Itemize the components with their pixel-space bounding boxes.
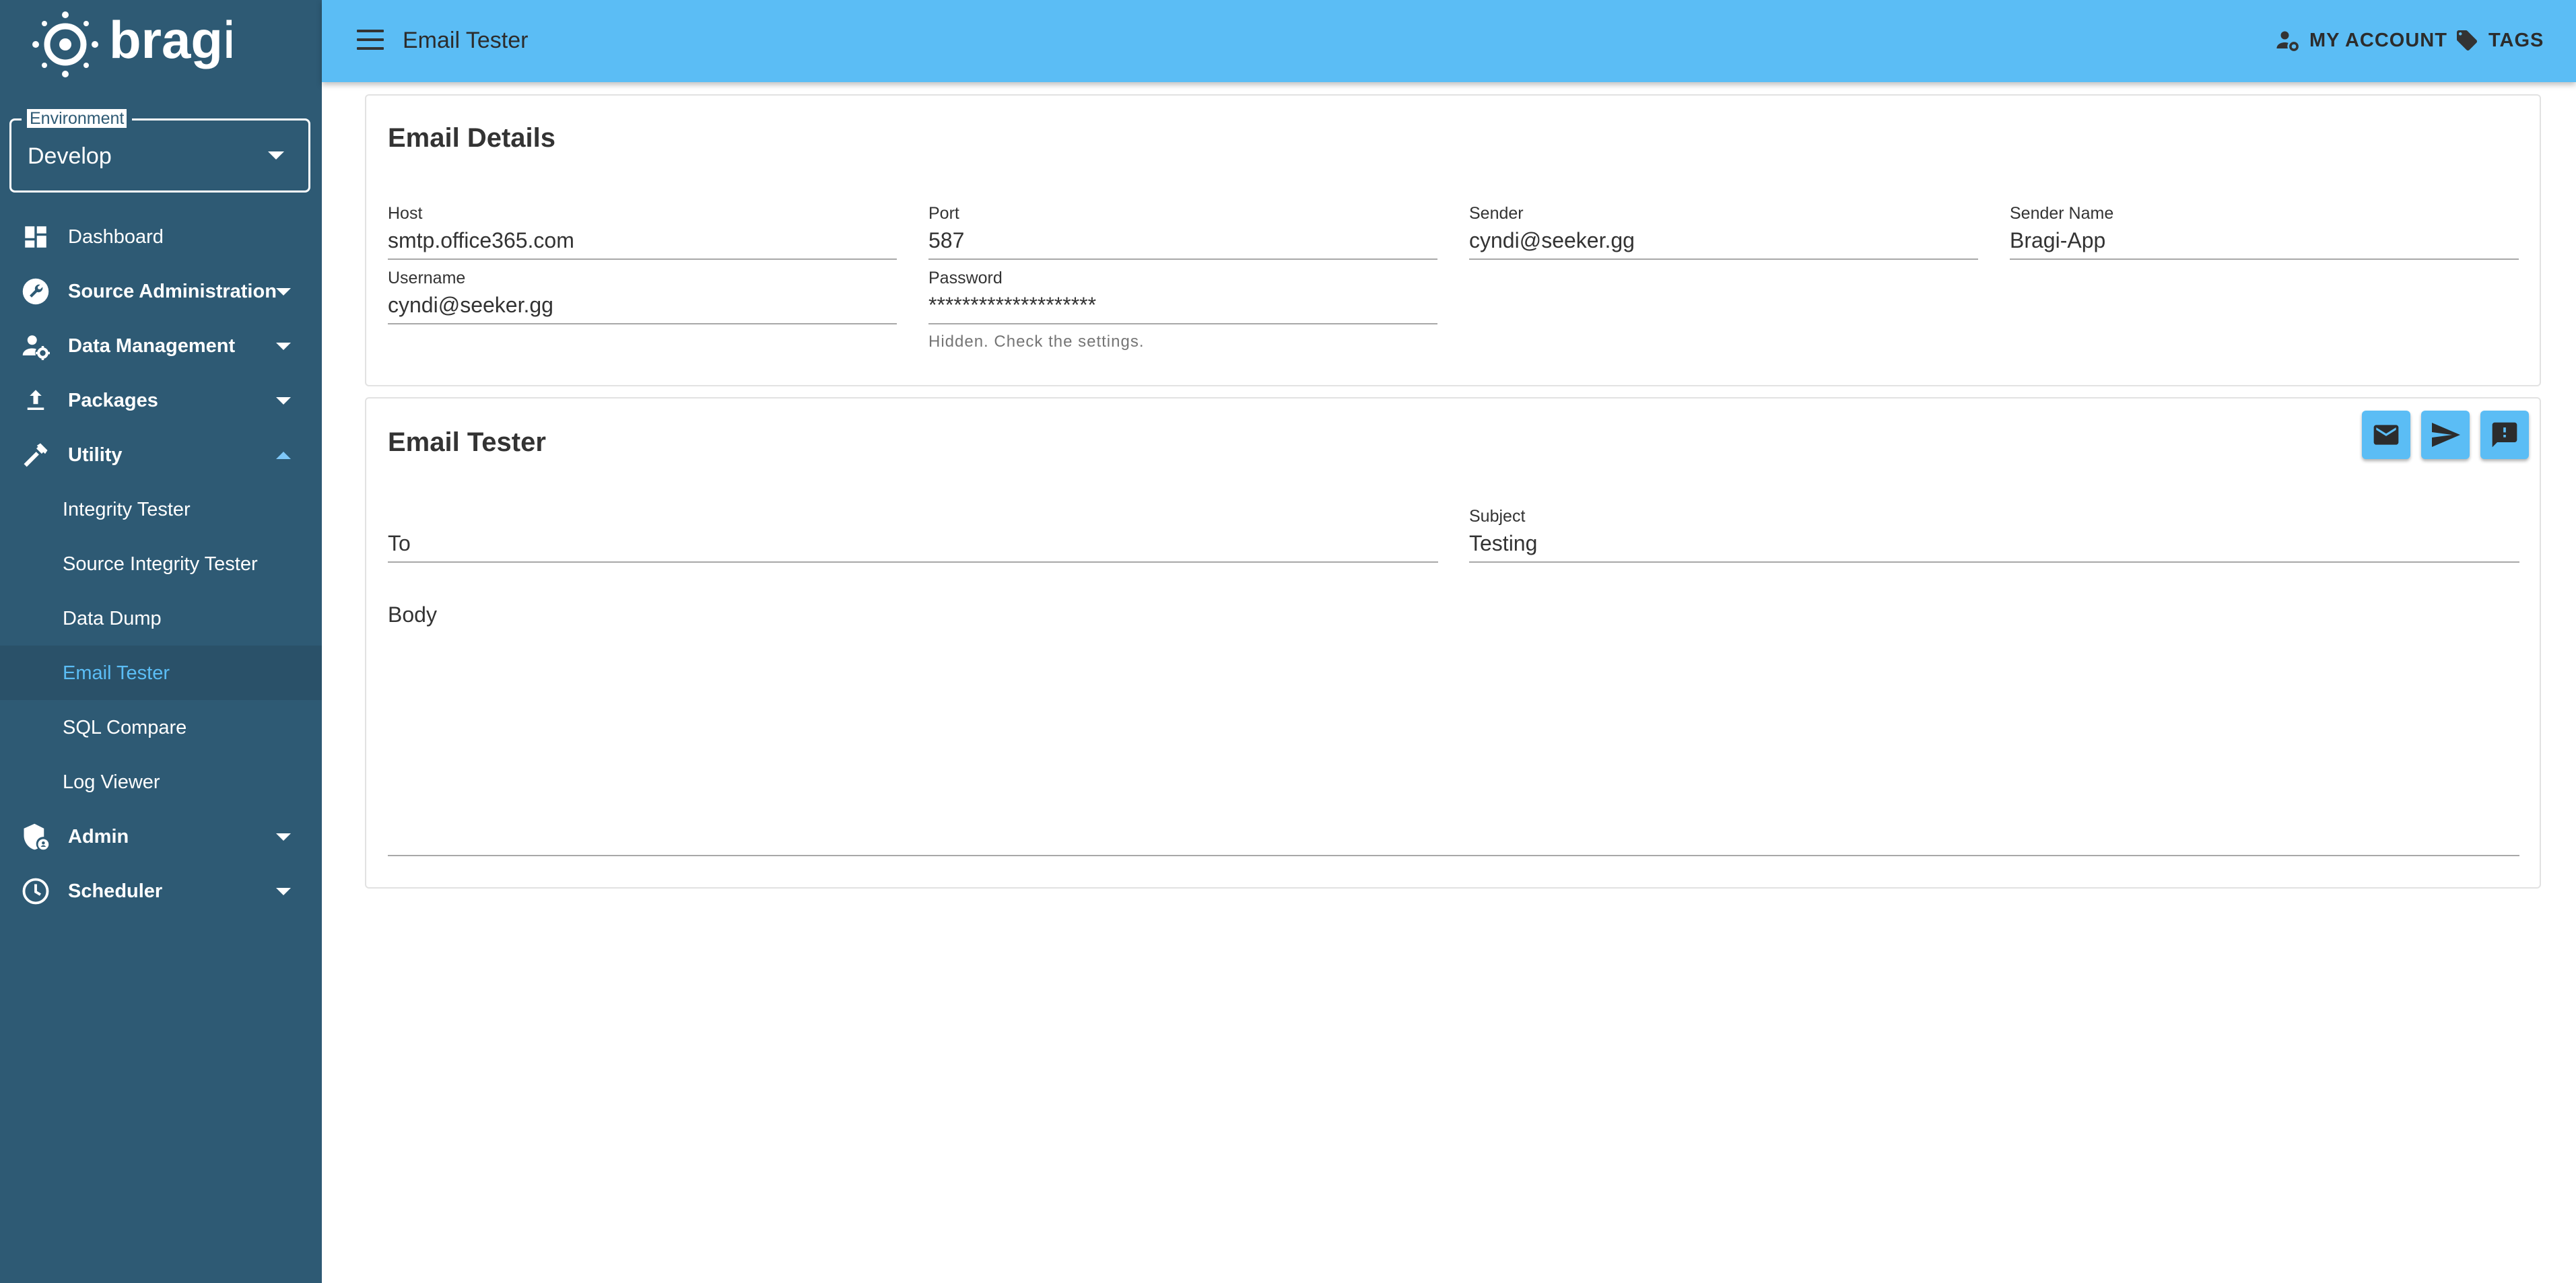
password-field[interactable]: Password ******************** Hidden. Ch… [928,268,1437,351]
sidebar-item-source-administration[interactable]: Source Administration [0,264,322,318]
sidebar-subitem-log-viewer[interactable]: Log Viewer [0,755,322,809]
field-value: smtp.office365.com [388,228,574,252]
send-icon [2432,423,2460,447]
chevron-down-icon [276,343,291,350]
field-label: Port [928,204,959,223]
my-account-label: MY ACCOUNT [2309,29,2447,51]
port-field[interactable]: Port 587 [928,203,1437,260]
sidebar-item-label: Utility [68,444,123,466]
sidebar-subitem-label: Integrity Tester [63,499,191,520]
field-underline [388,323,897,324]
sidebar-subitem-label: Data Dump [63,608,162,629]
field-underline [1469,258,1978,260]
field-underline [388,561,1438,563]
card-title: Email Tester [388,427,546,457]
body-textarea[interactable]: Body [388,598,2519,867]
bragi-logo[interactable]: bragi [30,9,238,83]
field-underline [928,323,1437,324]
upload-icon [27,390,44,410]
field-label: Host [388,204,423,223]
sidebar-item-utility[interactable]: Utility [0,427,322,482]
sidebar-subitem-email-tester[interactable]: Email Tester [0,646,322,700]
account-settings-icon [2276,31,2299,51]
sidebar-item-label: Dashboard [68,226,164,248]
environment-label: Environment [22,108,133,129]
sidebar-subitem-label: SQL Compare [63,717,187,738]
sidebar-item-label: Data Management [68,335,236,357]
tags-button[interactable]: TAGS [2455,26,2544,55]
chevron-down-icon[interactable] [268,151,284,160]
chevron-down-icon [276,833,291,841]
shield-icon [24,823,49,850]
sidebar-item-label: Admin [68,826,129,847]
sidebar-subitem-source-integrity-tester[interactable]: Source Integrity Tester [0,536,322,591]
chevron-down-icon [276,397,291,405]
sidebar-item-scheduler[interactable]: Scheduler [0,864,322,918]
to-field[interactable]: To [388,506,1438,563]
menu-icon[interactable] [357,30,384,50]
dashboard-icon [25,226,46,248]
svg-text:bragi: bragi [109,10,232,69]
sidebar: bragi Environment Develop Dashboard Sour… [0,0,322,1283]
chevron-up-icon [276,452,291,459]
sender-field[interactable]: Sender cyndi@seeker.gg [1469,203,1978,260]
field-label: Sender [1469,204,1524,223]
tag-icon [2457,30,2477,50]
field-underline [388,258,897,260]
clock-icon [22,878,49,905]
tags-label: TAGS [2488,29,2544,51]
chevron-down-icon [276,288,291,296]
my-account-button[interactable]: MY ACCOUNT [2276,26,2447,55]
field-underline [2010,258,2519,260]
field-label: Password [928,269,1003,287]
sidebar-item-admin[interactable]: Admin [0,809,322,864]
email-tester-card: Email Tester To Subject Testing Body [365,397,2541,889]
field-label: Sender Name [2010,204,2114,223]
environment-value: Develop [28,143,112,169]
subject-field[interactable]: Subject Testing [1469,506,2519,563]
mail-icon [2373,425,2399,445]
sidebar-item-label: Packages [68,390,158,411]
field-value: Testing [1469,531,1538,555]
field-value: cyndi@seeker.gg [1469,228,1635,252]
sidebar-subitem-integrity-tester[interactable]: Integrity Tester [0,482,322,536]
feedback-button[interactable] [2480,411,2529,459]
sidebar-item-data-management[interactable]: Data Management [0,318,322,373]
field-value: 587 [928,228,965,252]
sidebar-subitem-label: Email Tester [63,662,170,684]
field-label: Subject [1469,507,1526,526]
email-details-card: Email Details Host smtp.office365.com Po… [365,94,2541,386]
to-placeholder: To [388,531,411,555]
card-title: Email Details [388,123,556,153]
sidebar-item-label: Scheduler [68,880,163,902]
body-placeholder: Body [388,602,437,627]
sidebar-item-dashboard[interactable]: Dashboard [0,209,322,264]
field-value: Bragi-App [2010,228,2106,252]
sidebar-subitem-label: Log Viewer [63,771,160,793]
field-underline [1469,561,2519,563]
chevron-down-icon [276,888,291,895]
sidebar-subitem-sql-compare[interactable]: SQL Compare [0,700,322,755]
feedback-icon [2492,422,2517,448]
send-button[interactable] [2421,411,2470,459]
field-underline [388,855,2519,856]
field-underline [928,258,1437,260]
sidebar-item-label: Source Administration [68,281,277,302]
sidebar-subitem-label: Source Integrity Tester [63,553,258,575]
field-hint: Hidden. Check the settings. [928,333,1145,351]
user-gear-icon [22,335,50,360]
sidebar-subitem-data-dump[interactable]: Data Dump [0,591,322,646]
field-label: Username [388,269,466,287]
sidebar-item-packages[interactable]: Packages [0,373,322,427]
page-title: Email Tester [403,28,529,53]
wrench-icon [22,278,49,305]
username-field[interactable]: Username cyndi@seeker.gg [388,268,897,324]
hammer-icon [24,443,48,467]
host-field[interactable]: Host smtp.office365.com [388,203,897,260]
field-value: cyndi@seeker.gg [388,293,553,317]
field-value: ******************** [928,293,1097,317]
mail-button[interactable] [2362,411,2410,459]
top-app-bar: Email Tester MY ACCOUNT TAGS [322,0,2576,82]
sender-name-field[interactable]: Sender Name Bragi-App [2010,203,2519,260]
